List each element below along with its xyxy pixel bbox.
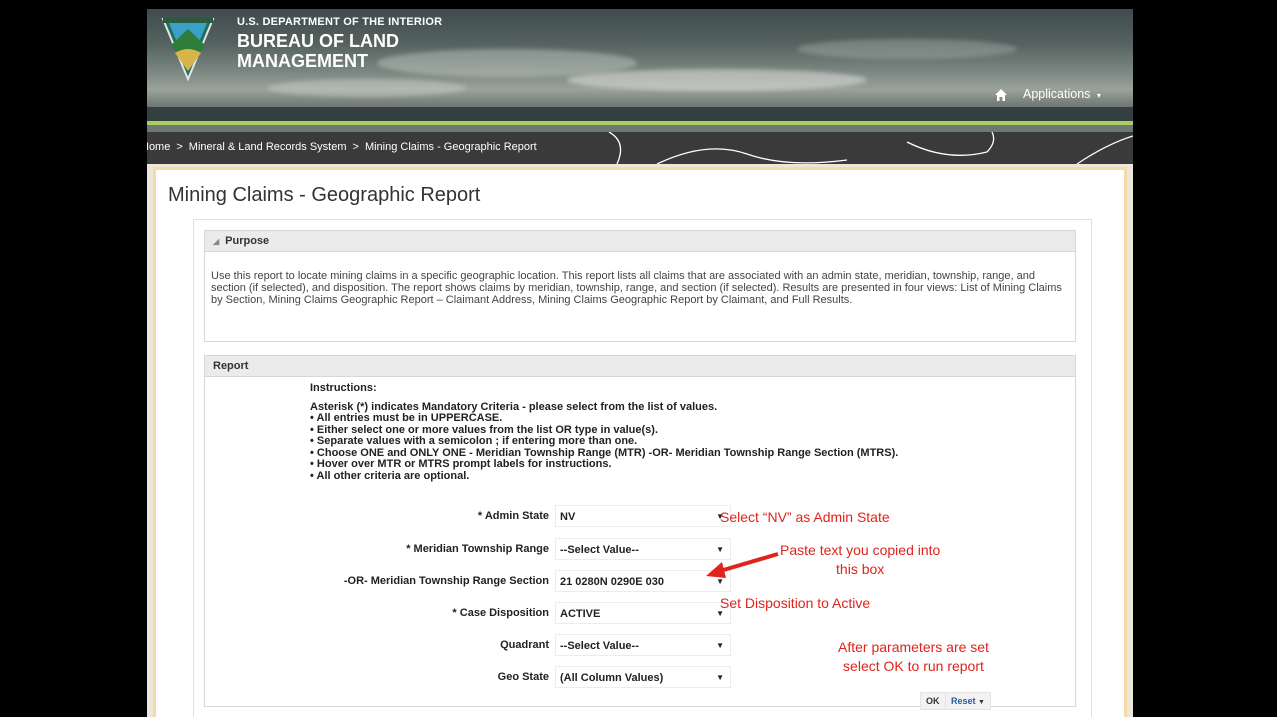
purpose-region-body: Use this report to locate mining claims … <box>204 252 1076 342</box>
header-strip <box>147 125 1133 132</box>
annotation-admin-state: Select “NV” as Admin State <box>720 509 890 525</box>
chevron-down-icon: ▾ <box>1096 91 1101 100</box>
applications-menu[interactable]: Applications ▾ <box>1023 87 1101 101</box>
ok-button[interactable]: OK <box>920 692 946 710</box>
admin-state-select[interactable]: NV ▼ <box>555 505 731 527</box>
report-heading: Report <box>213 360 249 372</box>
field-row-quadrant: Quadrant --Select Value-- ▼ <box>205 634 765 656</box>
instruction-line: • Hover over MTR or MTRS prompt labels f… <box>310 458 612 470</box>
chevron-down-icon: ▼ <box>716 641 724 650</box>
breadcrumb-bar: Home > Mineral & Land Records System > Minin… <box>147 132 1133 164</box>
reset-label: Reset <box>951 696 976 706</box>
report-region-header: Report <box>204 355 1076 377</box>
breadcrumb-current: Mining Claims - Geographic Report <box>364 141 537 153</box>
annotation-ok-line1: After parameters are set <box>838 639 989 655</box>
geo-state-value: (All Column Values) <box>560 672 664 684</box>
breadcrumb-separator: > <box>352 141 359 153</box>
instructions-title: Instructions: <box>310 382 377 394</box>
field-row-mtr: * Meridian Township Range --Select Value… <box>205 538 765 560</box>
field-row-case-disposition: * Case Disposition ACTIVE ▼ <box>205 602 765 624</box>
case-disposition-value: ACTIVE <box>560 608 601 620</box>
annotation-ok-line2: select OK to run report <box>843 658 984 674</box>
breadcrumb-mlrs[interactable]: Mineral & Land Records System <box>189 141 347 153</box>
purpose-text: Use this report to locate mining claims … <box>211 270 1062 306</box>
collapse-triangle-icon[interactable]: ◢ <box>213 237 219 246</box>
breadcrumb: Home > Mineral & Land Records System > Minin… <box>147 141 537 153</box>
geo-state-select[interactable]: (All Column Values) ▼ <box>555 666 731 688</box>
home-icon[interactable] <box>994 88 1008 102</box>
chevron-down-icon: ▼ <box>716 673 724 682</box>
case-disposition-label: * Case Disposition <box>452 607 549 619</box>
mtrs-value: 21 0280N 0290E 030 <box>560 576 664 588</box>
admin-state-label: * Admin State <box>477 510 549 522</box>
annotation-paste-line2: this box <box>836 561 885 577</box>
blm-web-page: U.S. DEPARTMENT OF THE INTERIOR BUREAU O… <box>147 9 1133 717</box>
header-banner: U.S. DEPARTMENT OF THE INTERIOR BUREAU O… <box>147 9 1133 124</box>
instruction-line: • Separate values with a semicolon ; if … <box>310 435 638 447</box>
mtr-value: --Select Value-- <box>560 544 639 556</box>
chevron-down-icon: ▼ <box>978 699 985 706</box>
applications-label: Applications <box>1023 87 1091 101</box>
quadrant-select[interactable]: --Select Value-- ▼ <box>555 634 731 656</box>
field-row-mtrs: -OR- Meridian Township Range Section 21 … <box>205 570 765 592</box>
case-disposition-select[interactable]: ACTIVE ▼ <box>555 602 731 624</box>
geo-state-label: Geo State <box>497 671 549 683</box>
instruction-line: • All entries must be in UPPERCASE. <box>310 412 503 424</box>
agency-name: BUREAU OF LAND MANAGEMENT <box>237 31 399 71</box>
mtrs-label: -OR- Meridian Township Range Section <box>343 575 549 587</box>
field-row-geo-state: Geo State (All Column Values) ▼ <box>205 666 765 688</box>
instruction-line: • All other criteria are optional. <box>310 469 470 482</box>
red-arrow-icon <box>706 552 779 578</box>
page-title: Mining Claims - Geographic Report <box>168 184 481 206</box>
blm-logo <box>161 17 215 81</box>
quadrant-label: Quadrant <box>500 639 549 651</box>
reset-button[interactable]: Reset ▼ <box>945 692 991 710</box>
agency-department: U.S. DEPARTMENT OF THE INTERIOR <box>237 16 443 28</box>
annotation-ok: After parameters are set select OK to ru… <box>838 638 989 676</box>
annotation-paste-line1: Paste text you copied into <box>780 542 941 558</box>
purpose-region-header[interactable]: ◢ Purpose <box>204 230 1076 252</box>
quadrant-value: --Select Value-- <box>560 640 639 652</box>
instructions: Instructions: Asterisk (*) indicates Man… <box>310 382 898 482</box>
purpose-heading: Purpose <box>225 235 270 247</box>
mtr-label: * Meridian Township Range <box>406 543 549 555</box>
breadcrumb-separator: > <box>176 141 183 153</box>
slide: U.S. DEPARTMENT OF THE INTERIOR BUREAU O… <box>0 0 1277 717</box>
annotation-paste: Paste text you copied into this box <box>780 541 940 579</box>
annotation-disposition: Set Disposition to Active <box>720 595 871 611</box>
breadcrumb-home[interactable]: Home <box>147 141 170 153</box>
admin-state-value: NV <box>560 511 576 523</box>
field-row-admin-state: * Admin State NV ▼ <box>205 505 765 527</box>
main-content: Mining Claims - Geographic Report ◢ Purpo… <box>153 167 1127 717</box>
